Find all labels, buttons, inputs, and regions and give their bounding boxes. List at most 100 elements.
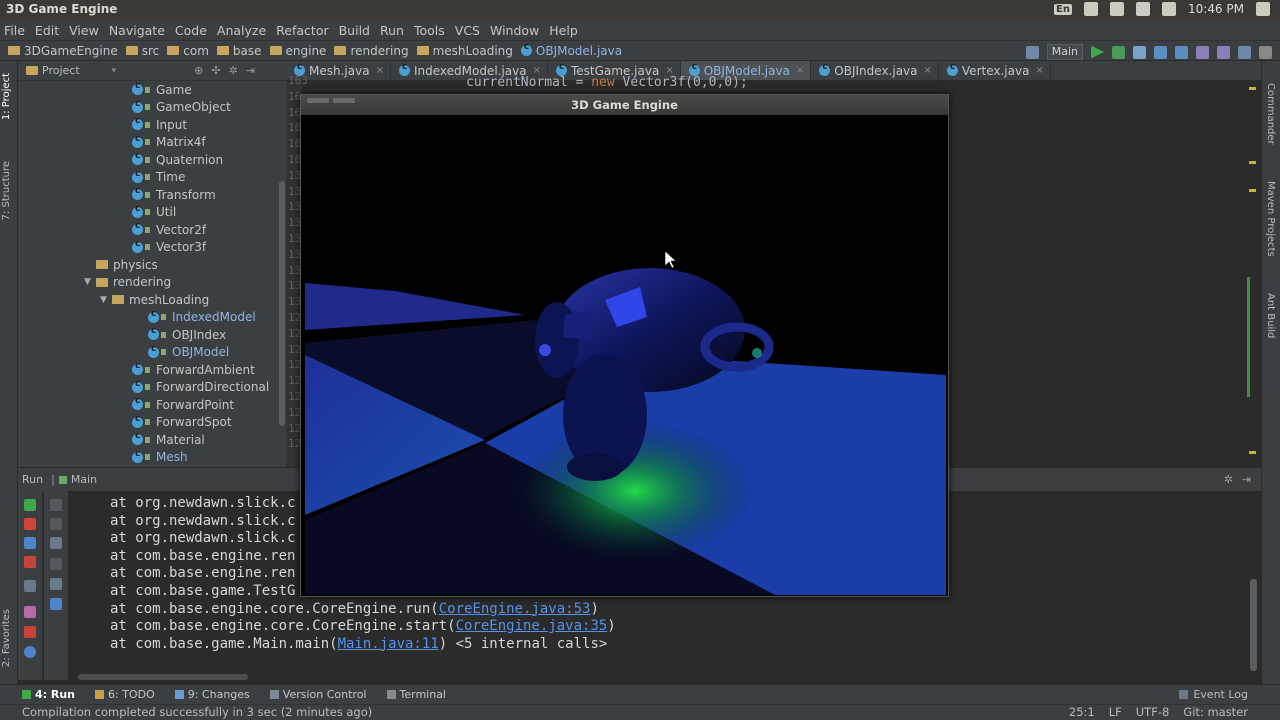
game-window-titlebar[interactable]: 3D Game Engine xyxy=(301,95,948,115)
expand-arrow-icon[interactable]: ▼ xyxy=(84,277,96,287)
cursor-position[interactable]: 25:1 xyxy=(1069,705,1095,719)
chevron-down-icon[interactable]: ▾ xyxy=(112,66,117,76)
project-tree-item[interactable]: IndexedModel xyxy=(18,309,278,327)
warning-mark[interactable] xyxy=(1249,161,1256,164)
file-encoding[interactable]: UTF-8 xyxy=(1136,705,1170,719)
menu-window[interactable]: Window xyxy=(490,23,539,38)
project-tree-item[interactable]: Quaternion xyxy=(18,151,278,169)
stack-trace-link[interactable]: Main.java:11 xyxy=(338,636,439,652)
layout-icon[interactable] xyxy=(24,580,36,592)
gear-icon[interactable]: ✲ xyxy=(229,64,238,77)
project-tree-item[interactable]: GameObject xyxy=(18,99,278,117)
breadcrumb-project[interactable]: 3DGameEngine xyxy=(8,44,118,58)
window-close-button[interactable] xyxy=(307,98,329,103)
project-structure-icon[interactable] xyxy=(1238,45,1251,59)
menu-edit[interactable]: Edit xyxy=(35,23,59,38)
console-hscrollbar[interactable] xyxy=(78,674,248,680)
project-tree-item[interactable]: ▼ meshLoading xyxy=(18,291,278,309)
stack-trace-link[interactable]: CoreEngine.java:53 xyxy=(439,601,591,617)
project-tree-item[interactable]: Transform xyxy=(18,186,278,204)
breadcrumb-engine[interactable]: engine xyxy=(269,44,326,58)
menu-run[interactable]: Run xyxy=(380,23,404,38)
up-arrow-icon[interactable] xyxy=(50,499,62,511)
tool-tab-favorites[interactable]: 2: Favorites xyxy=(1,609,12,667)
project-tree-item[interactable]: ForwardSpot xyxy=(18,414,278,432)
down-arrow-icon[interactable] xyxy=(50,518,62,530)
history-icon[interactable] xyxy=(1196,45,1209,59)
vcs-update-icon[interactable] xyxy=(1154,45,1167,59)
close-icon[interactable]: × xyxy=(376,65,384,76)
menu-refactor[interactable]: Refactor xyxy=(276,23,328,38)
project-tree-item[interactable]: ▼ rendering xyxy=(18,274,278,292)
close-icon[interactable]: × xyxy=(924,65,932,76)
tool-tab-ant[interactable]: Ant Build xyxy=(1265,293,1276,338)
project-tree-item[interactable]: Mesh xyxy=(18,449,278,467)
project-tree-item[interactable]: Input xyxy=(18,116,278,134)
hide-icon[interactable]: ⇥ xyxy=(246,64,255,77)
tool-tab[interactable]: 9: Changes xyxy=(174,688,250,701)
help-icon[interactable] xyxy=(24,646,36,658)
project-tree-item[interactable]: ForwardDirectional xyxy=(18,379,278,397)
editor-tab[interactable]: OBJIndex.java × xyxy=(811,61,939,80)
error-stripe[interactable] xyxy=(1247,87,1257,467)
event-log-button[interactable]: Event Log xyxy=(1179,688,1248,701)
tool-tab[interactable]: Version Control xyxy=(269,688,367,701)
breadcrumb-rendering[interactable]: rendering xyxy=(334,44,409,58)
menu-tools[interactable]: Tools xyxy=(414,23,445,38)
scroll-end-icon[interactable] xyxy=(50,558,62,570)
git-branch[interactable]: Git: master xyxy=(1183,705,1248,719)
expand-arrow-icon[interactable]: ▼ xyxy=(100,295,112,305)
dropbox-icon[interactable] xyxy=(1110,2,1124,16)
volume-icon[interactable] xyxy=(1162,2,1176,16)
hide-panel-icon[interactable]: ⇥ xyxy=(1242,473,1251,486)
menu-file[interactable]: File xyxy=(4,23,25,38)
project-tree-item[interactable]: Game xyxy=(18,81,278,99)
menu-view[interactable]: View xyxy=(69,23,99,38)
project-tree-item[interactable]: Util xyxy=(18,204,278,222)
collapse-icon[interactable]: ✣ xyxy=(211,64,220,77)
status-message[interactable]: Compilation completed successfully in 3 … xyxy=(22,705,372,719)
window-minimize-button[interactable] xyxy=(333,98,355,103)
tool-tab-project[interactable]: 1: Project xyxy=(1,73,12,120)
tool-tab[interactable]: 6: TODO xyxy=(95,688,155,701)
run-icon[interactable] xyxy=(1091,45,1104,59)
cloud-icon[interactable] xyxy=(1084,2,1098,16)
warning-mark[interactable] xyxy=(1249,451,1256,454)
pin-icon[interactable] xyxy=(24,606,36,618)
search-icon[interactable] xyxy=(1259,45,1272,59)
rerun-icon[interactable] xyxy=(24,499,36,511)
change-mark[interactable] xyxy=(1247,277,1250,397)
game-window[interactable]: 3D Game Engine xyxy=(300,94,949,597)
game-viewport[interactable] xyxy=(305,115,946,595)
project-tree-item[interactable]: OBJModel xyxy=(18,344,278,362)
close-icon[interactable]: × xyxy=(1035,65,1043,76)
gear-icon[interactable]: ✲ xyxy=(1224,473,1233,486)
close-icon[interactable] xyxy=(24,626,36,638)
pause-icon[interactable] xyxy=(24,537,36,549)
warning-mark[interactable] xyxy=(1249,189,1256,192)
project-tree-item[interactable]: Vector3f xyxy=(18,239,278,257)
menu-help[interactable]: Help xyxy=(549,23,578,38)
revert-icon[interactable] xyxy=(1217,45,1230,59)
tool-tab-maven[interactable]: Maven Projects xyxy=(1265,181,1276,257)
breadcrumb-base[interactable]: base xyxy=(216,44,262,58)
clock[interactable]: 10:46 PM xyxy=(1188,2,1244,16)
menu-vcs[interactable]: VCS xyxy=(455,23,480,38)
close-icon[interactable]: × xyxy=(796,65,804,76)
project-scrollbar[interactable] xyxy=(279,181,285,426)
project-tree-item[interactable]: Vector2f xyxy=(18,221,278,239)
run-tab-main[interactable]: Main xyxy=(71,473,97,486)
project-tree-item[interactable]: ForwardPoint xyxy=(18,396,278,414)
menu-code[interactable]: Code xyxy=(175,23,207,38)
project-tree-item[interactable]: ForwardAmbient xyxy=(18,361,278,379)
print-icon[interactable] xyxy=(50,578,62,590)
breadcrumb-meshloading[interactable]: meshLoading xyxy=(416,44,513,58)
debug-icon[interactable] xyxy=(1112,45,1125,59)
tool-tab-structure[interactable]: 7: Structure xyxy=(1,161,12,220)
keyboard-layout-indicator[interactable]: En xyxy=(1054,3,1072,15)
console-scrollbar[interactable] xyxy=(1250,579,1257,671)
breadcrumb-file[interactable]: OBJModel.java xyxy=(520,42,622,58)
breadcrumb-com[interactable]: com xyxy=(167,44,209,58)
tool-tab[interactable]: Terminal xyxy=(386,688,446,701)
project-tree-item[interactable]: Time xyxy=(18,169,278,187)
